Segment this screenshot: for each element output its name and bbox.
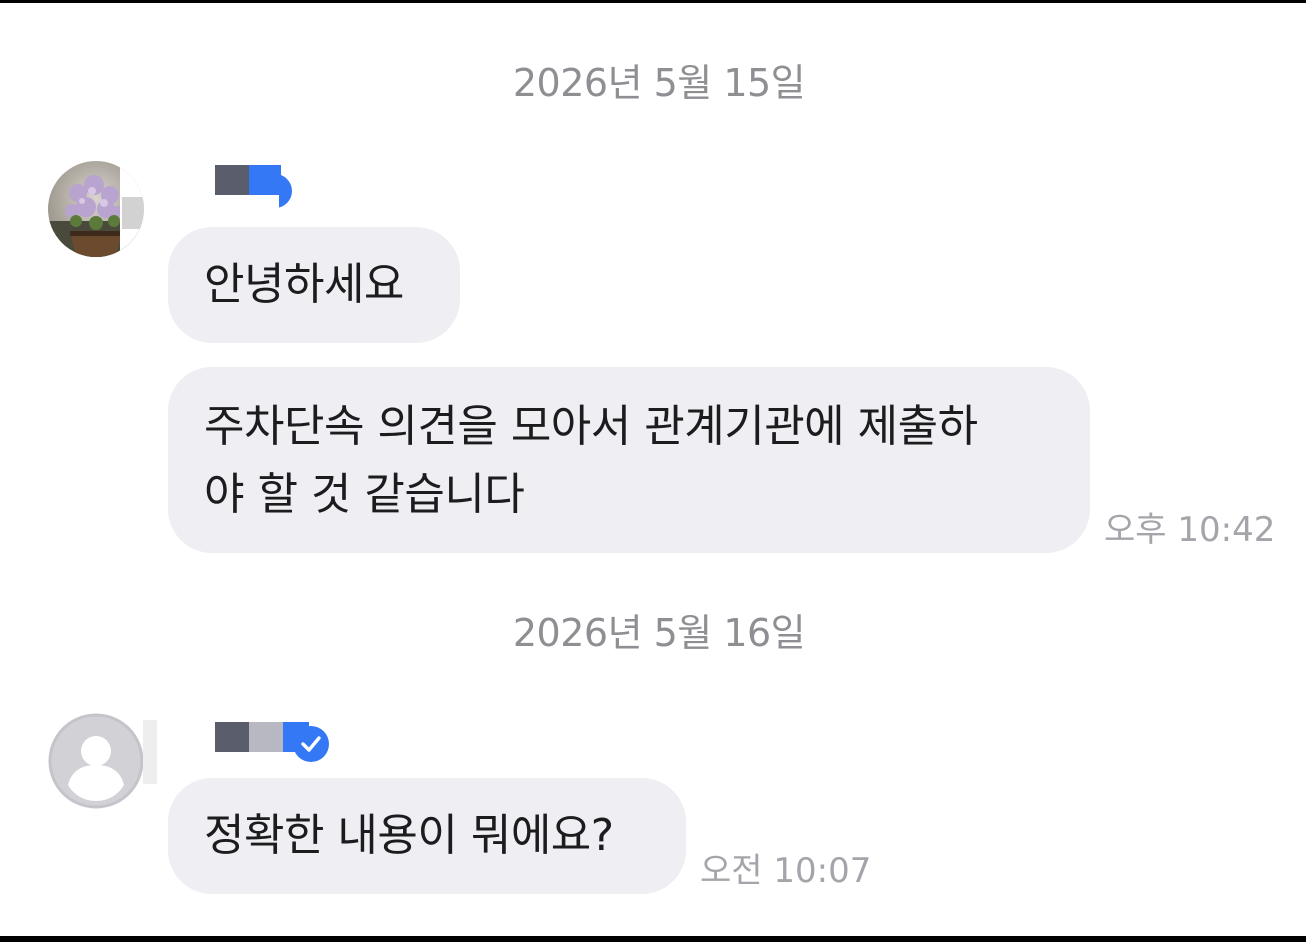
sender-name-redacted[interactable]	[183, 158, 303, 218]
chat-screen[interactable]: 2026년 5월 15일 안녕하세요 주차단속 의견을 모아서 관계기관에 제출…	[0, 3, 1306, 936]
message-timestamp: 오전 10:07	[700, 851, 872, 891]
sender-name-redacted[interactable]	[143, 715, 343, 784]
message-timestamp: 오후 10:42	[1104, 510, 1276, 550]
avatar[interactable]	[48, 713, 144, 809]
bottom-border	[0, 936, 1306, 942]
message-text-line: 주차단속 의견을 모아서 관계기관에 제출하	[204, 401, 978, 452]
message-text: 안녕하세요	[204, 259, 404, 310]
message-text: 정확한 내용이 뭐에요?	[204, 810, 614, 861]
date-separator: 2026년 5월 15일	[512, 61, 806, 105]
message-bubble[interactable]: 안녕하세요	[168, 227, 460, 343]
date-separator: 2026년 5월 16일	[512, 611, 806, 655]
verified-badge-icon	[293, 726, 329, 762]
flower-photo-icon	[48, 161, 144, 257]
message-bubble[interactable]: 주차단속 의견을 모아서 관계기관에 제출하 야 할 것 같습니다	[168, 367, 1090, 553]
avatar[interactable]	[48, 161, 144, 257]
message-bubble[interactable]: 정확한 내용이 뭐에요?	[168, 778, 686, 894]
message-text-line: 야 할 것 같습니다	[204, 469, 525, 520]
default-person-icon	[48, 713, 144, 809]
